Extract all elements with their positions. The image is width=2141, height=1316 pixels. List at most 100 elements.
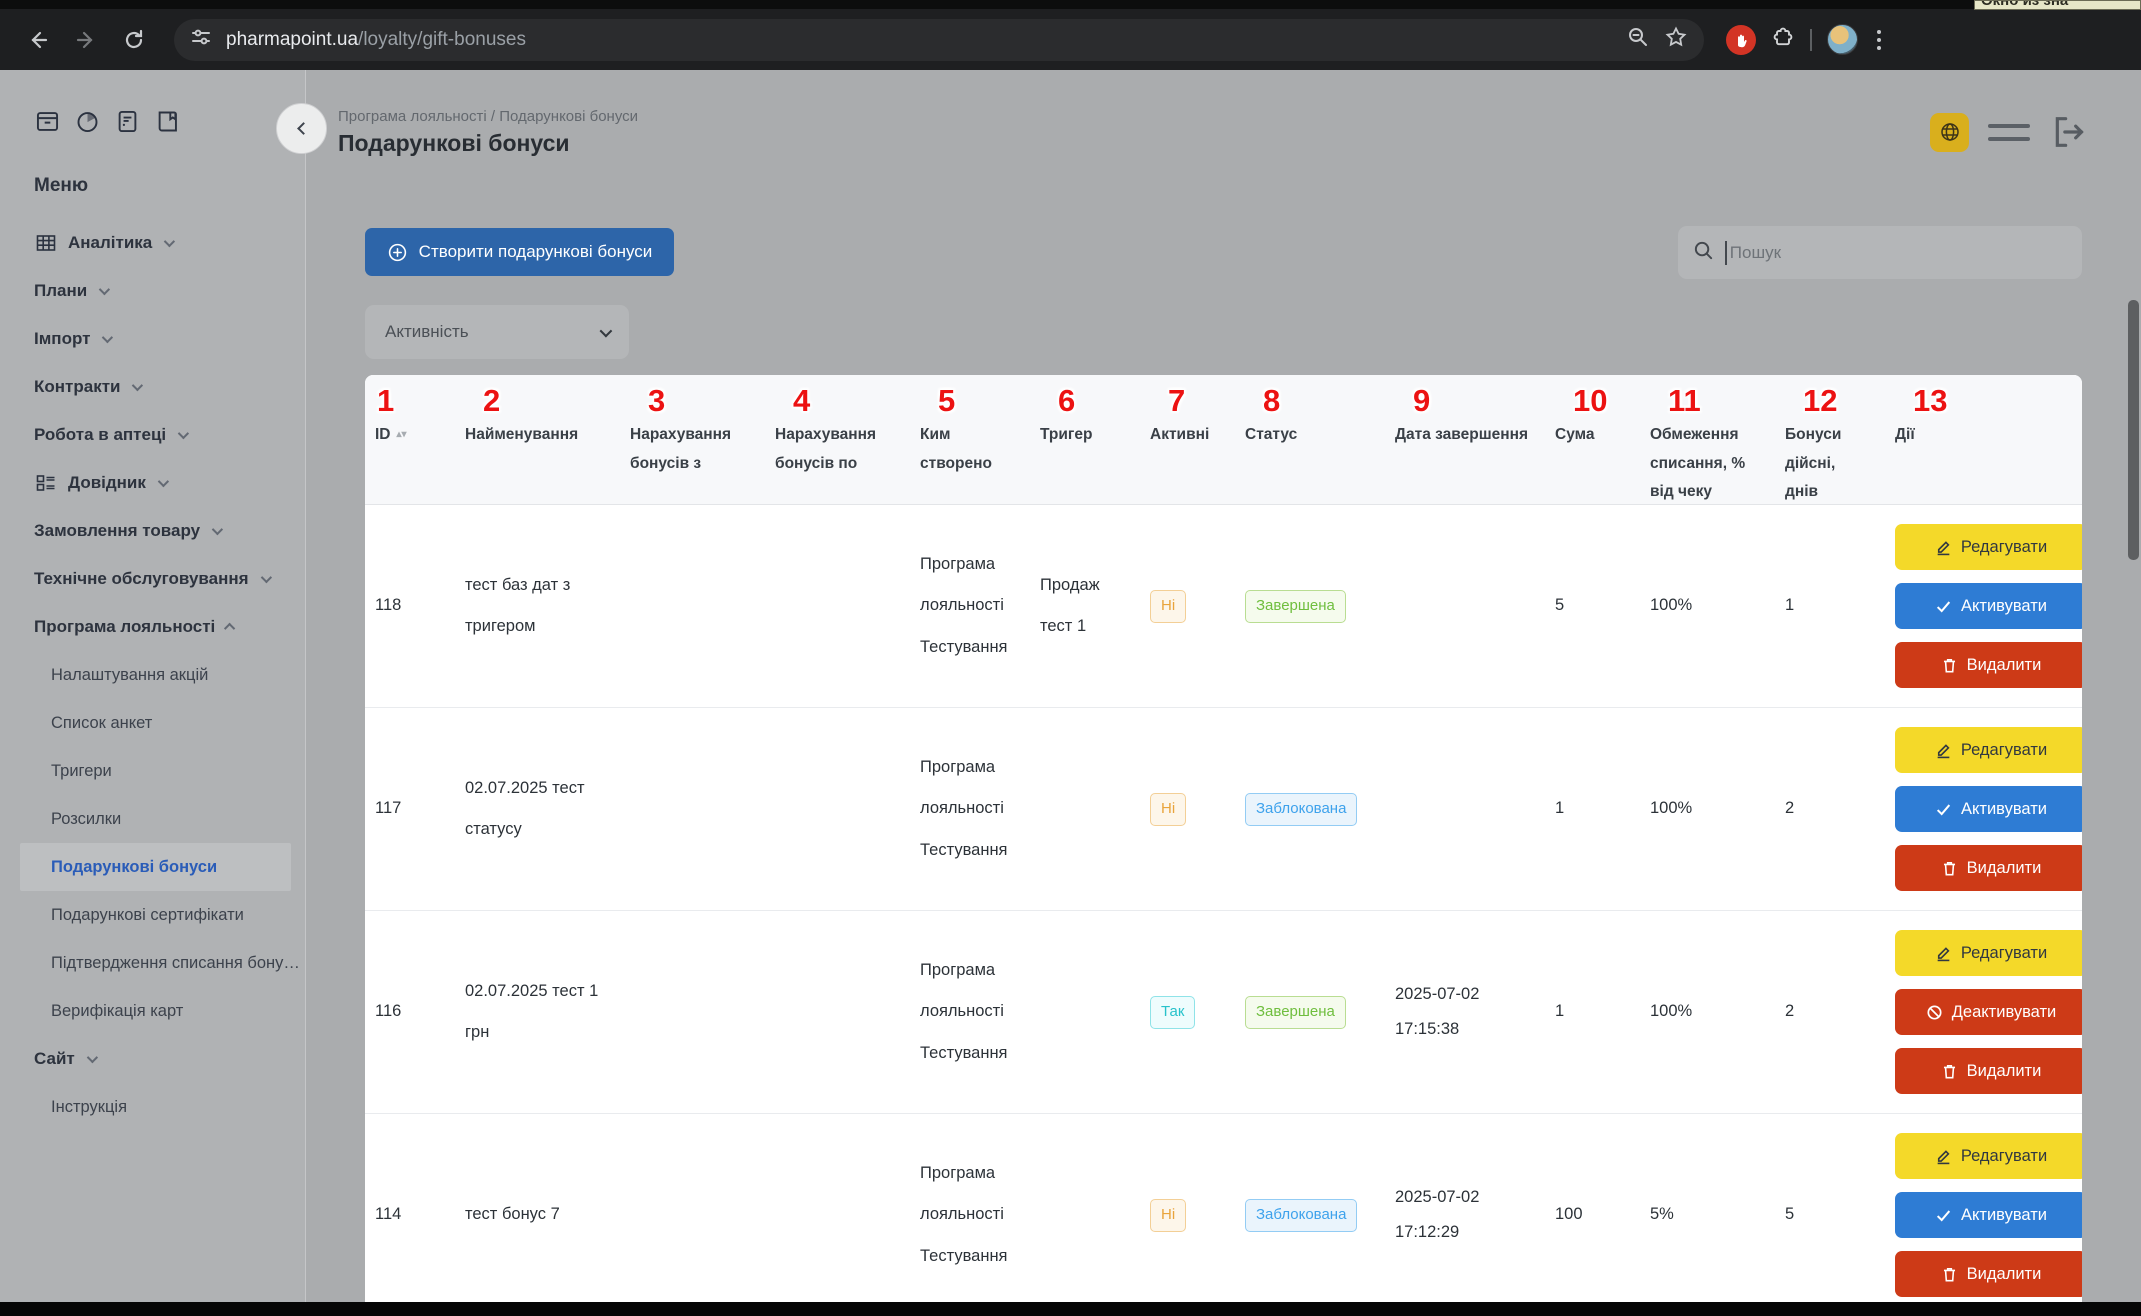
cell-limit: 100%: [1640, 788, 1775, 829]
sidebar-item-plans[interactable]: Плани: [0, 267, 305, 315]
sidebar-item-card-verification[interactable]: Верифікація карт: [0, 987, 305, 1035]
edit-button[interactable]: Редагувати: [1895, 1133, 2082, 1179]
zoom-icon[interactable]: [1626, 25, 1650, 54]
extensions-puzzle-icon[interactable]: [1771, 25, 1795, 54]
cell-active: Ні: [1140, 788, 1235, 829]
sidebar-item-contracts[interactable]: Контракти: [0, 363, 305, 411]
cell-active: Ні: [1140, 585, 1235, 626]
forward-icon[interactable]: [69, 23, 103, 57]
sidebar-item-import[interactable]: Імпорт: [0, 315, 305, 363]
sidebar-item-analytics[interactable]: Аналітика: [0, 219, 305, 267]
delete-button[interactable]: Видалити: [1895, 1251, 2082, 1297]
sidebar-item-goods-order[interactable]: Замовлення товару: [0, 507, 305, 555]
button-label: Видалити: [1967, 1265, 2042, 1284]
edit-button[interactable]: Редагувати: [1895, 524, 2082, 570]
sidebar-item-instruction[interactable]: Інструкція: [0, 1083, 305, 1131]
activate-button[interactable]: Активувати: [1895, 1192, 2082, 1238]
sidebar-item-label: Сайт: [34, 1049, 75, 1069]
delete-button[interactable]: Видалити: [1895, 1048, 2082, 1094]
cell-status: Заблокована: [1235, 1194, 1385, 1235]
annotation-number: 4: [775, 381, 896, 421]
archive-icon[interactable]: [34, 108, 61, 135]
cell-actions: Редагувати Активувати Видалити: [1885, 1133, 2082, 1297]
sidebar-item-mailings[interactable]: Розсилки: [0, 795, 305, 843]
active-badge: Так: [1150, 996, 1195, 1029]
sidebar-item-questionnaire-list[interactable]: Список анкет: [0, 699, 305, 747]
bookmark-star-icon[interactable]: [1664, 25, 1688, 54]
chevron-down-icon: [102, 332, 113, 343]
create-gift-bonuses-button[interactable]: Створити подарункові бонуси: [365, 228, 674, 276]
sidebar-item-writeoff-confirmation[interactable]: Підтвердження списання бону…: [0, 939, 305, 987]
document-icon[interactable]: [114, 108, 141, 135]
button-label: Видалити: [1967, 1062, 2042, 1081]
column-label: Сума: [1555, 421, 1626, 450]
sidebar-item-label: Налаштування акцій: [51, 666, 208, 685]
browser-tab-strip: [0, 0, 2141, 9]
toolbar-divider: [1810, 29, 1812, 51]
cell-status: Заблокована: [1235, 788, 1385, 829]
profile-avatar[interactable]: [1827, 24, 1858, 55]
column-header-13: 13Дії: [1885, 375, 2082, 507]
deactivate-button[interactable]: Деактивувати: [1895, 989, 2082, 1035]
column-label: Активні: [1150, 421, 1221, 450]
edit-icon: [1935, 539, 1952, 556]
button-label: Редагувати: [1961, 741, 2047, 760]
button-label: Видалити: [1967, 859, 2042, 878]
site-info-icon[interactable]: [190, 26, 212, 53]
sidebar-item-maintenance[interactable]: Технічне обслуговування: [0, 555, 305, 603]
delete-button[interactable]: Видалити: [1895, 845, 2082, 891]
activity-filter-dropdown[interactable]: Активність: [365, 305, 629, 359]
activate-button[interactable]: Активувати: [1895, 786, 2082, 832]
address-bar[interactable]: pharmapoint.ua/loyalty/gift-bonuses: [174, 19, 1704, 61]
search-input[interactable]: [1730, 243, 2068, 263]
create-button-label: Створити подарункові бонуси: [419, 242, 653, 262]
text-cursor: [1725, 241, 1727, 265]
sidebar-item-promo-settings[interactable]: Налаштування акцій: [0, 651, 305, 699]
breadcrumb: Програма лояльності / Подарункові бонуси: [338, 108, 638, 125]
activate-button[interactable]: Активувати: [1895, 583, 2082, 629]
sidebar-item-site[interactable]: Сайт: [0, 1035, 305, 1083]
sidebar-item-label: Технічне обслуговування: [34, 569, 249, 589]
annotation-number: 1: [375, 381, 441, 421]
book-icon[interactable]: [154, 108, 181, 135]
page-scrollbar-thumb[interactable]: [2128, 300, 2139, 560]
cell-name: 02.07.2025 тест 1 грн: [455, 971, 620, 1054]
sidebar-item-gift-certificates[interactable]: Подарункові сертифікати: [0, 891, 305, 939]
activity-filter-label: Активність: [385, 322, 469, 342]
sidebar-item-label: Контракти: [34, 377, 120, 397]
delete-button[interactable]: Видалити: [1895, 642, 2082, 688]
column-label: Бонуси дійсні, днів: [1785, 421, 1871, 507]
table-row: 11602.07.2025 тест 1 грнПрограма лояльно…: [365, 911, 2082, 1114]
language-globe-button[interactable]: [1930, 113, 1969, 152]
delete-icon: [1941, 860, 1958, 877]
search-box[interactable]: [1678, 226, 2082, 279]
sidebar-item-label: Імпорт: [34, 329, 90, 349]
browser-menu-icon[interactable]: [1873, 26, 1885, 54]
cell-name: тест баз дат з тригером: [455, 565, 620, 648]
table-row: 114тест бонус 7Програма лояльності Тесту…: [365, 1114, 2082, 1302]
menu-toggle-icon[interactable]: [1988, 113, 2030, 152]
activate-icon: [1935, 598, 1952, 615]
sidebar-item-directory[interactable]: Довідник: [0, 459, 305, 507]
sidebar-item-pharmacy-work[interactable]: Робота в аптеці: [0, 411, 305, 459]
sort-icon[interactable]: ▴▾: [397, 432, 407, 438]
sidebar-item-label: Подарункові бонуси: [51, 858, 217, 877]
sidebar-item-gift-bonuses[interactable]: Подарункові бонуси: [20, 843, 291, 891]
adblock-hand-icon[interactable]: [1726, 25, 1756, 55]
back-icon[interactable]: [21, 23, 55, 57]
cell-limit: 5%: [1640, 1194, 1775, 1235]
reload-icon[interactable]: [117, 23, 151, 57]
sidebar-item-label: Робота в аптеці: [34, 425, 166, 445]
cell-end-date: 2025-07-0217:15:38: [1385, 977, 1545, 1046]
edit-button[interactable]: Редагувати: [1895, 930, 2082, 976]
cell-created-by: Програма лояльності Тестування: [910, 1153, 1030, 1277]
annotation-number: 11: [1650, 381, 1761, 421]
cell-id: 116: [365, 991, 455, 1032]
pie-chart-icon[interactable]: [74, 108, 101, 135]
logout-icon[interactable]: [2049, 112, 2089, 152]
column-label: Нарахування бонусів по: [775, 421, 896, 478]
sidebar-item-loyalty-program[interactable]: Програма лояльності: [0, 603, 305, 651]
edit-button[interactable]: Редагувати: [1895, 727, 2082, 773]
sidebar-item-triggers[interactable]: Тригери: [0, 747, 305, 795]
sidebar-collapse-button[interactable]: [276, 103, 327, 154]
